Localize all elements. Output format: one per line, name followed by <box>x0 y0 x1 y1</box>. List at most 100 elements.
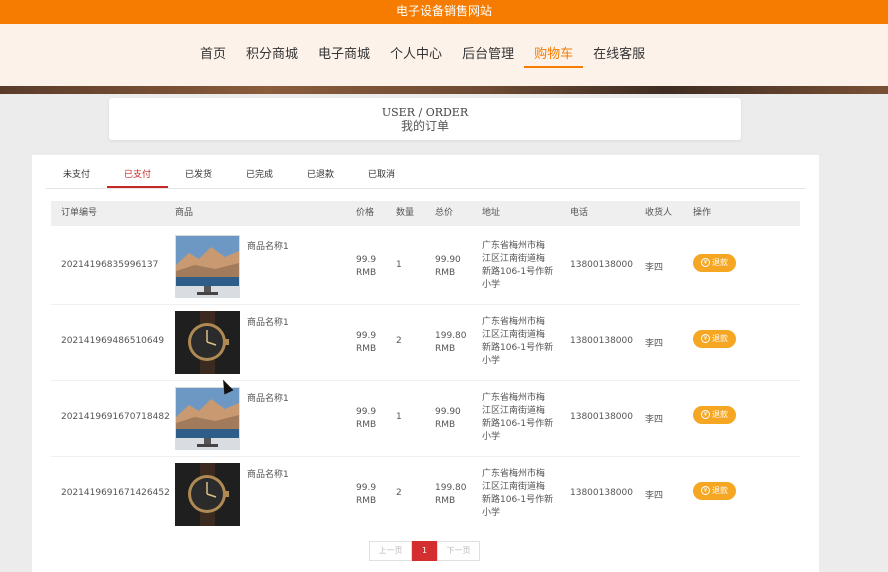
pagination: 上一页 1 下一页 <box>369 541 480 561</box>
table-row: 2021419691670718482 商品名称1 99.9 RMB 1 99.90 RMB… <box>51 380 800 456</box>
address-line: 小学 <box>482 356 501 366</box>
nav-item-home[interactable]: 首页 <box>190 46 236 68</box>
col-action: 操作 <box>693 208 712 218</box>
price-unit: RMB <box>356 268 377 278</box>
quantity: 2 <box>396 336 402 346</box>
phone: 13800138000 <box>570 260 633 270</box>
order-number: 2021419691670718482 <box>61 412 170 422</box>
site-title-bar: 电子设备销售网站 <box>0 0 888 24</box>
address-line: 新路106-1号作新 <box>482 267 554 277</box>
address-line: 广东省梅州市梅 <box>482 241 546 251</box>
tab-completed[interactable]: 已完成 <box>229 163 290 188</box>
total-cell: 99.90 RMB <box>435 254 461 280</box>
total-value: 99.90 <box>435 255 461 265</box>
refund-button[interactable]: ¥ 退款 <box>693 482 736 500</box>
address-line: 新路106-1号作新 <box>482 343 554 353</box>
col-order-no: 订单编号 <box>61 208 98 218</box>
product-thumbnail[interactable] <box>175 311 240 374</box>
col-total: 总价 <box>435 208 454 218</box>
price-value: 99.9 <box>356 483 377 493</box>
quantity: 2 <box>396 488 402 498</box>
tab-cancelled[interactable]: 已取消 <box>351 163 412 188</box>
col-price: 价格 <box>356 208 375 218</box>
refund-icon: ¥ <box>701 410 710 419</box>
refund-label: 退款 <box>712 486 728 495</box>
nav-item-online-service[interactable]: 在线客服 <box>583 46 655 68</box>
refund-icon: ¥ <box>701 258 710 267</box>
product-name[interactable]: 商品名称1 <box>247 467 289 480</box>
product-image-landscape <box>175 387 240 450</box>
order-number: 202141969486510649 <box>61 336 165 346</box>
orders-panel: 未支付 已支付 已发货 已完成 已退款 已取消 订单编号 商品 价格 数量 总价… <box>32 155 819 572</box>
receiver: 李四 <box>645 491 664 501</box>
receiver: 李四 <box>645 263 664 273</box>
product-name[interactable]: 商品名称1 <box>247 315 289 328</box>
order-status-tabs: 未支付 已支付 已发货 已完成 已退款 已取消 <box>46 163 806 189</box>
address-cell: 广东省梅州市梅 江区江南街道梅 新路106-1号作新 小学 <box>482 392 557 444</box>
col-product: 商品 <box>175 208 194 218</box>
nav-item-points-mall[interactable]: 积分商城 <box>236 46 308 68</box>
price-unit: RMB <box>356 496 377 506</box>
tab-unpaid[interactable]: 未支付 <box>46 163 107 188</box>
total-unit: RMB <box>435 344 456 354</box>
refund-icon: ¥ <box>701 486 710 495</box>
address-line: 新路106-1号作新 <box>482 419 554 429</box>
address-line: 广东省梅州市梅 <box>482 317 546 327</box>
tab-shipped[interactable]: 已发货 <box>168 163 229 188</box>
col-phone: 电话 <box>570 208 589 218</box>
page-title-box: USER / ORDER 我的订单 <box>109 98 741 140</box>
address-line: 江区江南街道梅 <box>482 482 546 492</box>
refund-button[interactable]: ¥ 退款 <box>693 254 736 272</box>
total-value: 199.80 <box>435 483 467 493</box>
nav-item-personal-center[interactable]: 个人中心 <box>380 46 452 68</box>
address-line: 广东省梅州市梅 <box>482 469 546 479</box>
address-line: 江区江南街道梅 <box>482 254 546 264</box>
refund-button[interactable]: ¥ 退款 <box>693 406 736 424</box>
total-cell: 99.90 RMB <box>435 406 461 432</box>
phone: 13800138000 <box>570 336 633 346</box>
page-title: 我的订单 <box>400 119 449 133</box>
address-line: 广东省梅州市梅 <box>482 393 546 403</box>
refund-icon: ¥ <box>701 334 710 343</box>
product-thumbnail[interactable] <box>175 463 240 526</box>
pager-prev-button[interactable]: 上一页 <box>369 541 412 561</box>
price-cell: 99.9 RMB <box>356 406 376 432</box>
nav-item-cart[interactable]: 购物车 <box>524 46 584 68</box>
tab-paid[interactable]: 已支付 <box>107 163 168 188</box>
address-line: 小学 <box>482 508 501 518</box>
refund-button[interactable]: ¥ 退款 <box>693 330 736 348</box>
order-number: 20214196835996137 <box>61 260 159 270</box>
address-line: 小学 <box>482 280 501 290</box>
product-thumbnail[interactable] <box>175 235 240 298</box>
nav-item-electronics-mall[interactable]: 电子商城 <box>308 46 380 68</box>
product-name[interactable]: 商品名称1 <box>247 239 289 252</box>
tab-refunded[interactable]: 已退款 <box>290 163 351 188</box>
address-line: 江区江南街道梅 <box>482 406 546 416</box>
price-unit: RMB <box>356 344 377 354</box>
nav-item-admin[interactable]: 后台管理 <box>452 46 524 68</box>
pager-next-button[interactable]: 下一页 <box>437 541 480 561</box>
col-address: 地址 <box>482 208 501 218</box>
quantity: 1 <box>396 412 402 422</box>
table-header: 订单编号 商品 价格 数量 总价 地址 电话 收货人 操作 <box>51 201 800 226</box>
banner-strip <box>0 86 888 94</box>
address-cell: 广东省梅州市梅 江区江南街道梅 新路106-1号作新 小学 <box>482 468 557 520</box>
table-row: 202141969486510649 商品名称1 99.9 RMB 2 199.80 RMB… <box>51 304 800 380</box>
total-cell: 199.80 RMB <box>435 330 467 356</box>
product-image-watch <box>175 311 240 374</box>
site-title: 电子设备销售网站 <box>395 4 492 18</box>
product-thumbnail[interactable] <box>175 387 240 450</box>
quantity: 1 <box>396 260 402 270</box>
refund-label: 退款 <box>712 334 728 343</box>
refund-label: 退款 <box>712 258 728 267</box>
col-receiver: 收货人 <box>645 208 673 218</box>
price-value: 99.9 <box>356 255 377 265</box>
total-unit: RMB <box>435 268 456 278</box>
total-value: 99.90 <box>435 407 461 417</box>
address-cell: 广东省梅州市梅 江区江南街道梅 新路106-1号作新 小学 <box>482 316 557 368</box>
main-nav-bar: 首页 积分商城 电子商城 个人中心 后台管理 购物车 在线客服 <box>0 24 888 86</box>
table-row: 20214196835996137 商品名称1 99.9 RMB 1 99.90 RMB 广东… <box>51 228 800 304</box>
pager-page-1[interactable]: 1 <box>412 541 437 561</box>
address-cell: 广东省梅州市梅 江区江南街道梅 新路106-1号作新 小学 <box>482 240 557 292</box>
product-name[interactable]: 商品名称1 <box>247 391 289 404</box>
